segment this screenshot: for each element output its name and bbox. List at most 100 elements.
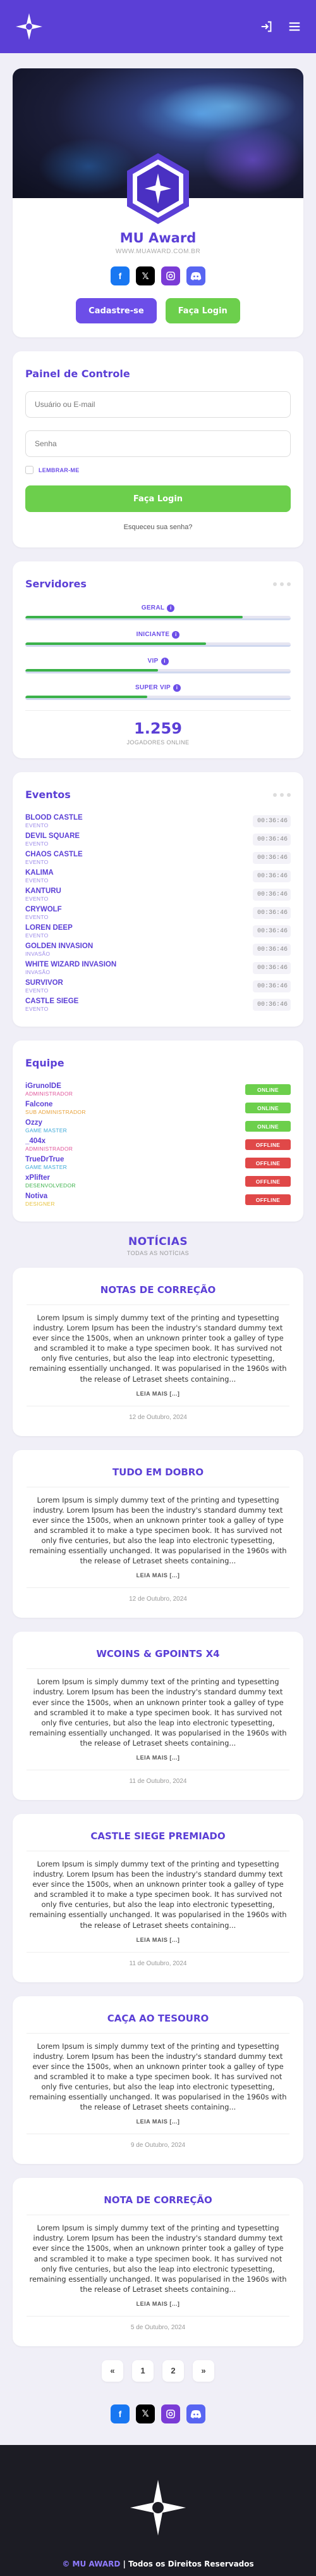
news-card-title[interactable]: Notas de Correção: [27, 1284, 289, 1296]
news-card-date: 9 de Outubro, 2024: [130, 2142, 186, 2149]
team-member-row: TrueDrTrue GAME MASTER OFFLINE: [25, 1154, 291, 1172]
news-card: WCoins & GPoints X4 Lorem Ipsum is simpl…: [13, 1632, 303, 1800]
read-more-link[interactable]: LEIA MAIS [...]: [27, 1754, 289, 1761]
news-card-date: 12 de Outubro, 2024: [129, 1413, 187, 1421]
status-badge: ONLINE: [245, 1103, 291, 1113]
event-row: LOREN DEEP EVENTO 00:36:46: [25, 922, 291, 941]
remember-me-checkbox[interactable]: LEMBRAR-ME: [25, 466, 291, 474]
server-load-bar: [25, 669, 291, 673]
server-name-label: SUPER VIP i: [135, 684, 181, 692]
control-panel-title: Painel de Controle: [25, 368, 130, 380]
event-type: EVENTO: [25, 932, 49, 939]
forgot-password-link[interactable]: Esqueceu sua senha?: [25, 523, 291, 531]
events-title: Eventos: [25, 789, 71, 801]
news-card-excerpt: Lorem Ipsum is simply dummy text of the …: [29, 1677, 287, 1748]
news-card-excerpt: Lorem Ipsum is simply dummy text of the …: [29, 2223, 287, 2294]
read-more-link[interactable]: LEIA MAIS [...]: [27, 2301, 289, 2307]
news-card: Nota de Correção Lorem Ipsum is simply d…: [13, 2178, 303, 2346]
news-card: Tudo em Dobro Lorem Ipsum is simply dumm…: [13, 1449, 303, 1618]
x-icon[interactable]: 𝕏: [136, 2404, 155, 2423]
event-type: EVENTO: [25, 896, 49, 902]
team-member-row: iGrunolDE ADMINISTRADOR ONLINE: [25, 1080, 291, 1099]
server-row[interactable]: VIP i: [25, 654, 291, 673]
news-card-excerpt: Lorem Ipsum is simply dummy text of the …: [29, 1495, 287, 1566]
read-more-link[interactable]: LEIA MAIS [...]: [27, 2118, 289, 2125]
event-row: BLOOD CASTLE EVENTO 00:36:46: [25, 812, 291, 830]
news-card-title[interactable]: WCoins & GPoints X4: [27, 1648, 289, 1660]
instagram-icon[interactable]: [161, 2404, 180, 2423]
event-countdown: 00:36:46: [253, 852, 291, 864]
page-2-button[interactable]: 2: [162, 2360, 184, 2382]
news-card-title[interactable]: Castle Siege Premiado: [27, 1830, 289, 1842]
register-button[interactable]: Cadastre-se: [76, 298, 157, 323]
checkbox-box[interactable]: [25, 466, 33, 474]
footer-brand[interactable]: MU AWARD: [73, 2560, 121, 2568]
facebook-icon[interactable]: f: [111, 266, 130, 285]
read-more-link[interactable]: LEIA MAIS [...]: [27, 1572, 289, 1579]
member-name: xPlifter: [25, 1174, 50, 1182]
info-icon[interactable]: i: [167, 604, 175, 612]
hero-login-button[interactable]: Faça Login: [165, 298, 240, 323]
status-badge: OFFLINE: [245, 1194, 291, 1205]
member-name: TrueDrTrue: [25, 1156, 64, 1163]
site-footer: © MU AWARD | Todos os Direitos Reservado…: [0, 2444, 316, 2576]
info-icon[interactable]: i: [172, 630, 180, 639]
login-submit-button[interactable]: Faça Login: [25, 485, 291, 512]
server-hero-card: MU Award WWW.MUAWARD.COM.BR f 𝕏 Cadastre…: [13, 68, 303, 337]
read-more-link[interactable]: LEIA MAIS [...]: [27, 1391, 289, 1397]
star-icon: [130, 2479, 186, 2535]
page-next-button[interactable]: »: [193, 2360, 214, 2382]
event-name: CASTLE SIEGE: [25, 997, 79, 1005]
facebook-icon[interactable]: f: [111, 2404, 130, 2423]
server-url: WWW.MUAWARD.COM.BR: [115, 248, 201, 255]
event-countdown: 00:36:46: [253, 980, 291, 992]
info-icon[interactable]: i: [173, 684, 181, 692]
event-countdown: 00:36:46: [253, 815, 291, 827]
event-name: LOREN DEEP: [25, 924, 73, 932]
news-card-excerpt: Lorem Ipsum is simply dummy text of the …: [29, 1859, 287, 1930]
news-card-title[interactable]: Tudo em Dobro: [27, 1466, 289, 1478]
event-name: BLOOD CASTLE: [25, 814, 83, 822]
instagram-icon[interactable]: [161, 266, 180, 285]
control-panel-card: Painel de Controle LEMBRAR-ME Faça Login…: [13, 351, 303, 547]
news-title: NOTÍCIAS: [128, 1235, 188, 1248]
x-icon[interactable]: 𝕏: [136, 266, 155, 285]
news-card-title[interactable]: Caça ao Tesouro: [27, 2013, 289, 2024]
server-badge: [13, 151, 303, 227]
team-member-row: Notiva DESIGNER OFFLINE: [25, 1191, 291, 1209]
discord-icon[interactable]: [186, 266, 205, 285]
info-icon[interactable]: i: [161, 657, 169, 665]
event-countdown: 00:36:46: [253, 889, 291, 901]
member-name: _404x: [25, 1137, 46, 1145]
team-member-row: _404x ADMINISTRADOR OFFLINE: [25, 1135, 291, 1154]
password-field[interactable]: [25, 430, 291, 457]
page-prev-button[interactable]: «: [102, 2360, 123, 2382]
event-countdown: 00:36:46: [253, 962, 291, 974]
server-name-label: VIP i: [147, 657, 169, 665]
event-row: DEVIL SQUARE EVENTO 00:36:46: [25, 830, 291, 849]
read-more-link[interactable]: LEIA MAIS [...]: [27, 1937, 289, 1943]
card-dots-icon: [273, 792, 291, 797]
event-row: GOLDEN INVASION INVASÃO 00:36:46: [25, 941, 291, 959]
server-row[interactable]: GERAL i: [25, 601, 291, 620]
menu-icon[interactable]: [287, 19, 302, 34]
server-row[interactable]: SUPER VIP i: [25, 681, 291, 700]
remember-me-label: LEMBRAR-ME: [39, 466, 80, 473]
event-row: CHAOS CASTLE EVENTO 00:36:46: [25, 849, 291, 867]
member-role: SUB ADMINISTRADOR: [25, 1109, 86, 1115]
page-1-button[interactable]: 1: [132, 2360, 154, 2382]
discord-icon[interactable]: [186, 2404, 205, 2423]
server-load-bar: [25, 642, 291, 647]
pagination: « 1 2 »: [13, 2360, 303, 2382]
events-card: Eventos BLOOD CASTLE EVENTO 00:36:46 DEVI…: [13, 772, 303, 1027]
login-icon[interactable]: [259, 19, 274, 34]
username-field[interactable]: [25, 391, 291, 418]
all-news-link[interactable]: TODAS AS NOTÍCIAS: [13, 1250, 303, 1256]
event-name: KALIMA: [25, 869, 54, 877]
server-row[interactable]: INICIANTE i: [25, 628, 291, 647]
news-card-title[interactable]: Nota de Correção: [27, 2194, 289, 2206]
team-card: Equipe iGrunolDE ADMINISTRADOR ONLINE Fal…: [13, 1041, 303, 1222]
star-icon[interactable]: [14, 11, 44, 42]
server-load-bar: [25, 696, 291, 700]
event-countdown: 00:36:46: [253, 834, 291, 846]
